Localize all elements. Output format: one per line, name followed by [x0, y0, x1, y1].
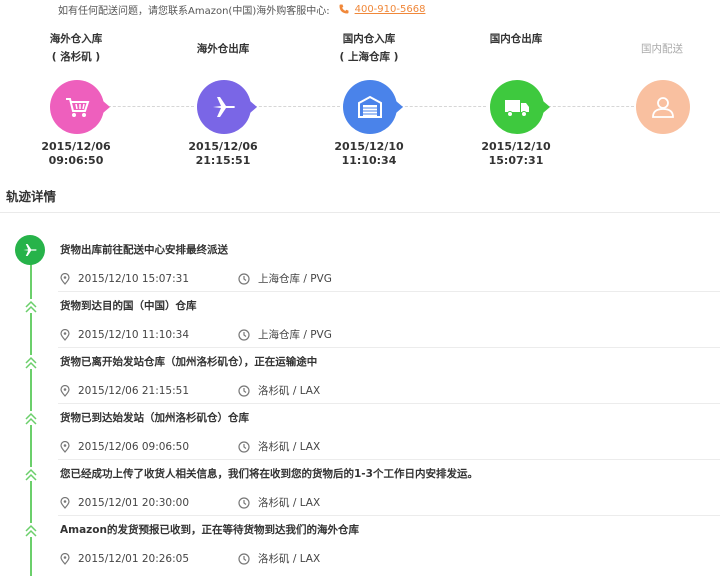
customer-service-notice: 如有任何配送问题，请您联系Amazon(中国)海外购客服中心: 400-910-… — [58, 0, 425, 18]
section-title: 轨迹详情 — [6, 189, 57, 204]
step-sublabel: ( 上海仓库 ) — [339, 51, 399, 63]
step-datetime: 2015/12/06 09:06:50 — [41, 140, 111, 167]
step-label: 国内仓出库 — [489, 33, 543, 45]
event-title: 货物到达目的国（中国）仓库 — [60, 300, 197, 312]
step-label: 海外仓入库 — [49, 33, 103, 45]
person-icon — [636, 80, 690, 134]
location-pin-icon — [60, 552, 70, 565]
divider — [0, 212, 720, 213]
cart-icon — [50, 80, 104, 134]
clock-icon — [238, 552, 250, 565]
notice-text: 如有任何配送问题，请您联系Amazon(中国)海外购客服中心: — [58, 5, 330, 17]
warehouse-icon — [343, 80, 397, 134]
step-domestic-delivery: 国内配送 — [602, 30, 720, 134]
step-domestic-outbound: 国内仓出库 2015/12/10 15:07:31 — [456, 30, 576, 167]
progress-connector — [400, 106, 486, 107]
timeline-event: 您已经成功上传了收货人相关信息，我们将在收到您的货物后的1-3个工作日内安排发运… — [0, 446, 720, 516]
step-sublabel: ( 洛杉矶 ) — [51, 51, 101, 63]
step-label: 海外仓出库 — [196, 43, 250, 55]
step-sublabel — [602, 58, 720, 76]
timeline-event: 货物已离开始发站仓库（加州洛杉矶仓），正在运输途中 2015/12/06 21:… — [0, 334, 720, 404]
timeline-event: Amazon的发货预报已收到，正在等待货物到达我们的海外仓库 2015/12/0… — [0, 502, 720, 565]
event-time: 2015/12/01 20:26:05 — [78, 552, 190, 565]
event-title: 货物已到达始发站（加州洛杉矶仓）仓库 — [60, 412, 249, 424]
timeline-event: 货物已到达始发站（加州洛杉矶仓）仓库 2015/12/06 09:06:50 洛… — [0, 390, 720, 460]
step-datetime: 2015/12/10 15:07:31 — [481, 140, 551, 167]
shipping-progress: 海外仓入库 ( 洛杉矶 ) 2015/12/06 09:06:50 海外仓出库 … — [0, 30, 720, 180]
step-sublabel — [163, 58, 283, 76]
event-title: 货物已离开始发站仓库（加州洛杉矶仓），正在运输途中 — [60, 356, 318, 368]
step-domestic-inbound: 国内仓入库 ( 上海仓库 ) 2015/12/10 11:10:34 — [309, 30, 429, 167]
truck-icon — [490, 80, 544, 134]
timeline-event: 货物出库前往配送中心安排最终派送 2015/12/10 15:07:31 上海仓… — [0, 222, 720, 292]
event-title: 您已经成功上传了收货人相关信息，我们将在收到您的货物后的1-3个工作日内安排发运… — [60, 468, 478, 480]
event-location: 洛杉矶 / LAX — [258, 553, 321, 565]
event-title: 货物出库前往配送中心安排最终派送 — [60, 244, 228, 256]
progress-connector — [108, 106, 194, 107]
step-overseas-outbound: 海外仓出库 2015/12/06 21:15:51 — [163, 30, 283, 167]
step-datetime: 2015/12/06 21:15:51 — [188, 140, 258, 167]
step-label: 国内仓入库 — [342, 33, 396, 45]
progress-connector — [254, 106, 340, 107]
timeline-event: 货物到达目的国（中国）仓库 2015/12/10 11:10:34 上海仓库 /… — [0, 278, 720, 348]
step-datetime: 2015/12/10 11:10:34 — [334, 140, 404, 167]
step-label: 国内配送 — [641, 43, 683, 55]
plane-icon — [197, 80, 251, 134]
phone-icon — [338, 3, 350, 15]
step-sublabel — [456, 48, 576, 66]
progress-connector — [548, 106, 634, 107]
step-overseas-inbound: 海外仓入库 ( 洛杉矶 ) 2015/12/06 09:06:50 — [16, 30, 136, 167]
event-title: Amazon的发货预报已收到，正在等待货物到达我们的海外仓库 — [60, 524, 359, 536]
service-phone-link[interactable]: 400-910-5668 — [355, 4, 426, 15]
